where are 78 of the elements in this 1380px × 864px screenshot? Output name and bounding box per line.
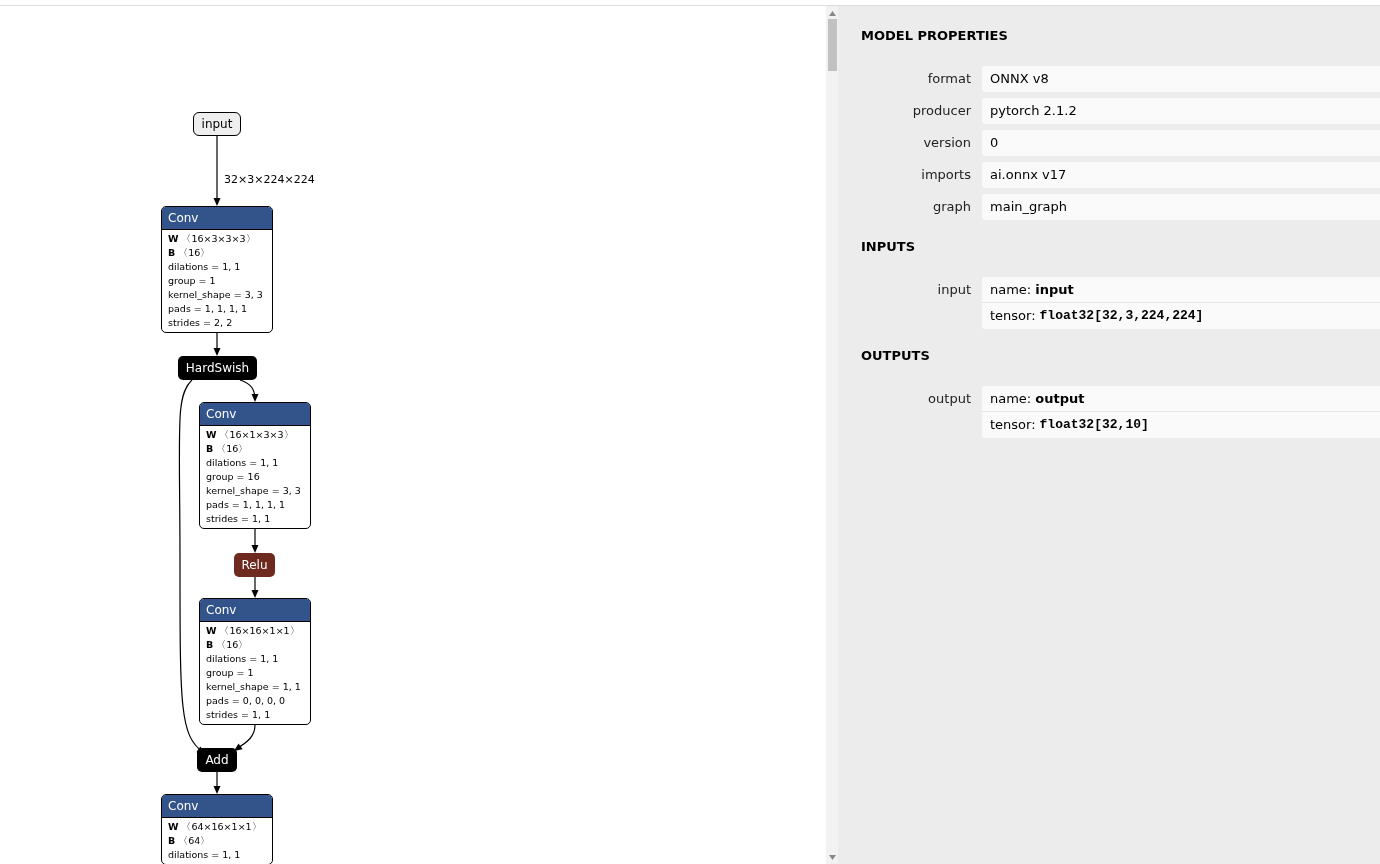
tensor-type: float32[32,10] xyxy=(1039,416,1149,435)
node-attribute: pads = 0, 0, 0, 0 xyxy=(206,695,286,706)
node-attribute: strides = 1, 1 xyxy=(206,513,271,524)
edge-arrow xyxy=(239,379,259,402)
property-value: ai.onnx v17 xyxy=(990,166,1067,185)
node-title: Conv xyxy=(168,210,199,227)
section-title: OUTPUTS xyxy=(861,347,931,366)
value-label: tensor: xyxy=(990,416,1036,435)
graph-op-node[interactable]: Relu xyxy=(234,553,275,577)
tensor-name: W xyxy=(206,624,217,638)
graph-op-node[interactable]: Conv W 〈16×16×1×1〉 B 〈16〉 dilations = 1, 1 group = 1 kernel_shape = 1, 1 pads = 0, 0, 0, 0 strides = 1, 1 xyxy=(199,598,311,725)
node-attribute: dilations = 1, 1 xyxy=(168,261,241,272)
graph-op-node[interactable]: Conv W 〈64×16×1×1〉 B 〈64〉 dilations = 1, 1 xyxy=(161,794,273,864)
graph-op-node[interactable]: Conv W 〈16×3×3×3〉 B 〈16〉 dilations = 1, 1 group = 1 kernel_shape = 3, 3 pads = 1, 1, 1, 1 strides = 2, 2 xyxy=(161,206,273,333)
tensor-name: B xyxy=(206,442,214,456)
tensor-name: B xyxy=(168,246,176,260)
property-label: format xyxy=(927,70,971,89)
property-value: main_graph xyxy=(990,198,1068,217)
tensor-dims-label: 〈16〉 xyxy=(178,246,211,260)
node-attribute: kernel_shape = 3, 3 xyxy=(206,485,301,496)
property-label: version xyxy=(923,134,971,153)
tensor-dims-label: 〈16×1×3×3〉 xyxy=(219,428,294,442)
property-label: producer xyxy=(912,102,971,121)
tensor-dims-label: 〈16×16×1×1〉 xyxy=(219,624,300,638)
value-label: name: xyxy=(990,280,1032,299)
scroll-thumb[interactable] xyxy=(827,19,837,71)
property-value: ONNX v8 xyxy=(990,70,1049,89)
tensor-name: W xyxy=(168,820,179,834)
tensor-name: W xyxy=(168,232,179,246)
edge-arrow xyxy=(213,332,221,356)
tensor-type: float32[32,3,224,224] xyxy=(1039,307,1204,326)
graph-op-node[interactable]: Add xyxy=(197,748,237,772)
node-attribute: kernel_shape = 3, 3 xyxy=(168,289,263,300)
value-label: tensor: xyxy=(990,307,1036,326)
tensor-name: W xyxy=(206,428,217,442)
node-attribute: pads = 1, 1, 1, 1 xyxy=(206,499,286,510)
node-attribute: strides = 2, 2 xyxy=(168,317,233,328)
node-attribute: group = 1 xyxy=(168,275,216,286)
node-attribute: dilations = 1, 1 xyxy=(206,653,279,664)
graph-input-node[interactable]: input xyxy=(193,112,241,136)
graph-op-node[interactable]: Conv W 〈16×1×3×3〉 B 〈16〉 dilations = 1, 1 group = 16 kernel_shape = 3, 3 pads = 1, 1, 1, 1 strides = 1, 1 xyxy=(199,402,311,529)
scroll-down-icon[interactable] xyxy=(828,855,836,860)
section-title: MODEL PROPERTIES xyxy=(861,27,1009,46)
tensor-name: B xyxy=(168,834,176,848)
tensor-dims-label: 〈16×3×3×3〉 xyxy=(181,232,256,246)
tensor-dims-label: 〈64×16×1×1〉 xyxy=(181,820,262,834)
value-label: name: xyxy=(990,389,1032,408)
node-title: Conv xyxy=(168,798,199,815)
property-label: graph xyxy=(932,198,971,217)
tensor-name: B xyxy=(206,638,214,652)
property-value: pytorch 2.1.2 xyxy=(990,102,1077,121)
node-attribute: strides = 1, 1 xyxy=(206,709,271,720)
property-label: input xyxy=(937,281,971,300)
node-title: Conv xyxy=(206,602,237,619)
property-label: imports xyxy=(921,166,971,185)
edge-arrow xyxy=(213,135,221,206)
tensor-dims-label: 〈64〉 xyxy=(178,834,211,848)
scrollbar[interactable] xyxy=(826,5,838,864)
graph-op-node[interactable]: HardSwish xyxy=(178,356,257,380)
tensor-dims-label: 〈16〉 xyxy=(216,442,249,456)
tensor-dims-label: 〈16〉 xyxy=(216,638,249,652)
node-attribute: dilations = 1, 1 xyxy=(206,457,279,468)
property-value: input xyxy=(1035,280,1074,299)
scroll-up-icon[interactable] xyxy=(828,11,836,16)
property-label: output xyxy=(928,390,971,409)
node-title: Conv xyxy=(206,406,237,423)
edge-arrow xyxy=(251,576,259,598)
node-attribute: group = 1 xyxy=(206,667,254,678)
property-value: output xyxy=(1035,389,1085,408)
edge-label: 32×3×224×224 xyxy=(224,172,315,188)
edge-arrow xyxy=(251,528,259,553)
property-value: 0 xyxy=(990,134,999,153)
node-attribute: kernel_shape = 1, 1 xyxy=(206,681,301,692)
node-attribute: dilations = 1, 1 xyxy=(168,849,241,860)
node-attribute: pads = 1, 1, 1, 1 xyxy=(168,303,248,314)
section-title: INPUTS xyxy=(861,238,917,257)
edge-arrow xyxy=(213,771,221,794)
node-attribute: group = 16 xyxy=(206,471,260,482)
